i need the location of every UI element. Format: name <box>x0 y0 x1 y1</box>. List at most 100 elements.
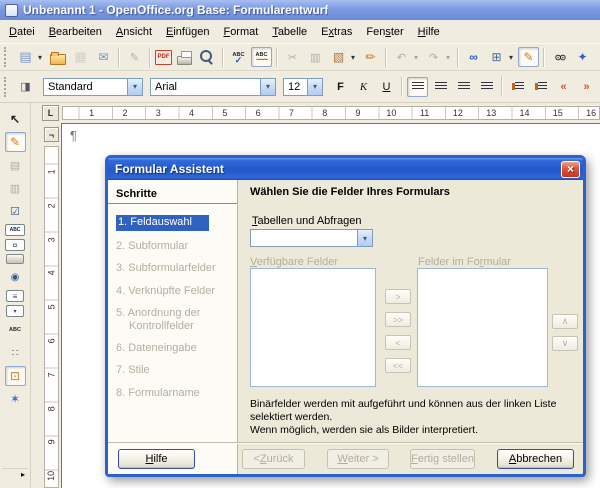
ruler-number: 7 <box>275 108 308 118</box>
toolbar-separator <box>118 48 120 67</box>
menu-fenster[interactable]: Fenster <box>359 23 410 41</box>
navigator-button[interactable]: ✦ <box>572 47 593 67</box>
save-button: ▦ <box>70 47 91 67</box>
paragraph-style-value: Standard <box>44 81 127 93</box>
menu-ansicht[interactable]: Ansicht <box>109 23 159 41</box>
note-line-2: Wenn möglich, werden sie als Bilder inte… <box>250 424 582 437</box>
form-controls-toolbar: ↖✎▤▥☑ABC¤◉≡▾ABC∷⊡✶ <box>0 103 31 488</box>
autospellcheck-button[interactable]: ABC <box>251 47 272 67</box>
align-left-button[interactable] <box>407 77 428 97</box>
tables-queries-combo[interactable]: ▾ <box>250 229 373 247</box>
print-button[interactable] <box>174 47 195 67</box>
window-titlebar[interactable]: Unbenannt 1 - OpenOffice.org Base: Formu… <box>0 0 600 20</box>
ruler-number: 3 <box>44 237 59 242</box>
available-fields-list[interactable] <box>250 268 376 387</box>
italic-button[interactable]: K <box>353 77 374 97</box>
ruler-number: 3 <box>142 108 175 118</box>
font-size-combo[interactable]: 12 ▾ <box>283 78 323 96</box>
font-name-value: Arial <box>151 81 260 93</box>
menu-format[interactable]: Format <box>216 23 265 41</box>
chevron-down-icon[interactable]: ▾ <box>260 79 275 95</box>
help-button[interactable]: Hilfe <box>118 449 195 469</box>
toolbar-grip[interactable] <box>4 47 11 67</box>
menu-hilfe[interactable]: Hilfe <box>411 23 447 41</box>
option-button-control-button[interactable]: ◉ <box>5 267 26 287</box>
cancel-button[interactable]: Abbrechen <box>497 449 574 469</box>
bullet-list-button[interactable] <box>530 77 551 97</box>
chevron-down-icon[interactable]: ▾ <box>127 79 142 95</box>
decrease-indent-button[interactable]: « <box>553 77 574 97</box>
toolbar-grip[interactable] <box>4 77 11 97</box>
find-button[interactable]: ⊙⊙ <box>549 47 570 67</box>
paste-dropdown[interactable]: ▾ <box>348 47 358 67</box>
design-mode-toggle-button[interactable]: ✎ <box>5 132 26 152</box>
form-fields-label: Felder im Formular <box>418 256 511 268</box>
move-all-right-button: >> <box>385 312 411 327</box>
ruler-number: 9 <box>341 108 374 118</box>
underline-button[interactable]: U <box>376 77 397 97</box>
more-controls-button[interactable]: ∷ <box>5 343 26 363</box>
paragraph-style-combo[interactable]: Standard ▾ <box>43 78 143 96</box>
open-button[interactable] <box>47 47 68 67</box>
design-mode-button[interactable]: ✎ <box>518 47 539 67</box>
ruler-number: 7 <box>44 372 59 377</box>
export-pdf-button[interactable]: PDF <box>155 50 172 65</box>
formatted-field-button[interactable]: ¤ <box>5 239 25 251</box>
horizontal-ruler[interactable]: 12345678910111213141516 <box>62 106 600 120</box>
checkbox-control-button[interactable]: ☑ <box>5 201 26 221</box>
form-properties-button: ▥ <box>5 178 26 198</box>
menu-einfuegen[interactable]: Einfügen <box>159 23 216 41</box>
new-document-button[interactable]: ▤ <box>15 47 36 67</box>
chevron-down-icon[interactable]: ▾ <box>357 230 372 246</box>
close-icon[interactable]: × <box>561 161 580 178</box>
font-name-combo[interactable]: Arial ▾ <box>150 78 276 96</box>
dialog-titlebar[interactable]: Formular Assistent × <box>108 158 583 180</box>
form-fields-list[interactable] <box>417 268 548 387</box>
select-button[interactable]: ↖ <box>5 109 26 129</box>
vertical-ruler[interactable]: 12345678910 <box>44 146 59 488</box>
finish-button: Fertig stellen <box>410 449 475 469</box>
gallery-button[interactable]: ◫ <box>595 47 600 67</box>
label-field-button[interactable]: ABC <box>5 320 26 340</box>
ruler-number: 16 <box>574 108 600 118</box>
tab-stop-selector[interactable]: L <box>42 105 59 121</box>
justify-button[interactable] <box>476 77 497 97</box>
hyperlink-button[interactable]: ∞ <box>463 47 484 67</box>
combobox-control-button[interactable]: ▾ <box>6 305 24 317</box>
ruler-number: 1 <box>44 169 59 174</box>
toolbar-separator <box>543 48 545 67</box>
increase-indent-button[interactable]: » <box>576 77 597 97</box>
toolbar-overflow-button[interactable]: ▸ <box>2 468 28 480</box>
form-design-button[interactable]: ⊡ <box>5 366 26 386</box>
insert-table-button[interactable]: ⊞ <box>486 47 507 67</box>
insert-table-dropdown[interactable]: ▾ <box>506 47 516 67</box>
align-right-button[interactable] <box>453 77 474 97</box>
menu-datei[interactable]: Datei <box>2 23 42 41</box>
ruler-number: 11 <box>408 108 441 118</box>
chevron-down-icon[interactable]: ▾ <box>307 79 322 95</box>
menu-tabelle[interactable]: Tabelle <box>265 23 314 41</box>
new-document-dropdown[interactable]: ▾ <box>35 47 45 67</box>
tab-type-selector[interactable]: ¬ <box>44 127 59 142</box>
spellcheck-button[interactable]: ABC <box>228 47 249 67</box>
menu-bearbeiten[interactable]: Bearbeiten <box>42 23 109 41</box>
styles-button[interactable]: ◨ <box>15 77 36 97</box>
ruler-number: 6 <box>241 108 274 118</box>
page-preview-button[interactable] <box>197 47 218 67</box>
push-button-control-button[interactable] <box>6 254 24 264</box>
wizard-step[interactable]: 1. Feldauswahl <box>116 215 209 231</box>
window-title: Unbenannt 1 - OpenOffice.org Base: Formu… <box>23 3 328 17</box>
field-transfer-buttons: >>><<< <box>385 289 411 381</box>
menu-extras[interactable]: Extras <box>314 23 359 41</box>
listbox-control-button[interactable]: ≡ <box>6 290 24 302</box>
paste-button[interactable]: ▧ <box>328 47 349 67</box>
wizards-toggle-button[interactable]: ✶ <box>5 389 26 409</box>
move-up-button: ∧ <box>552 314 578 329</box>
email-button[interactable]: ✉ <box>93 47 114 67</box>
align-center-button[interactable] <box>430 77 451 97</box>
steps-header: Schritte <box>108 180 237 204</box>
textbox-control-button[interactable]: ABC <box>5 224 25 236</box>
bold-button[interactable]: F <box>330 77 351 97</box>
format-paintbrush-button[interactable]: ✏ <box>360 47 381 67</box>
numbered-list-button[interactable] <box>507 77 528 97</box>
